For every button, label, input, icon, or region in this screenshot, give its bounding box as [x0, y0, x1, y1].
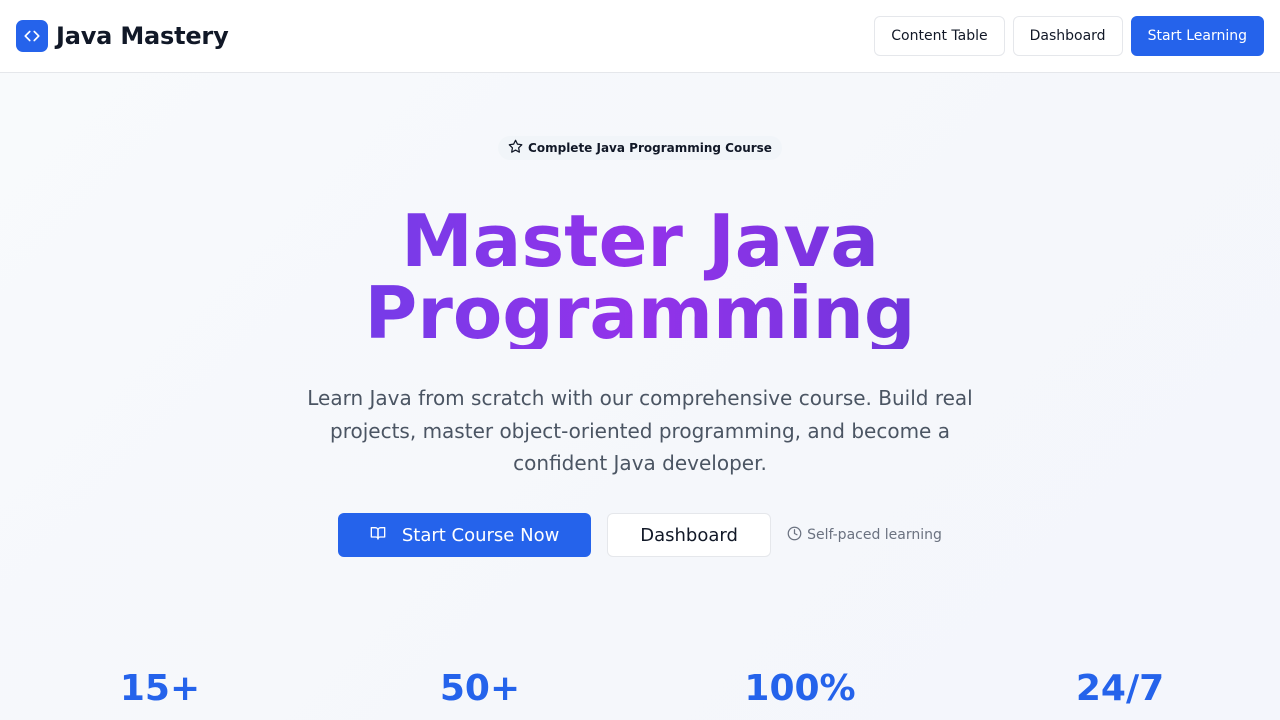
self-paced-note: Self-paced learning — [787, 526, 942, 545]
star-icon — [508, 139, 523, 158]
course-badge: Complete Java Programming Course — [498, 136, 782, 160]
hero-title-line-1: Master Java — [401, 199, 879, 283]
hero-title-line-2: Programming — [364, 271, 916, 355]
book-open-icon — [370, 525, 386, 546]
start-course-label: Start Course Now — [401, 524, 560, 546]
dashboard-button[interactable]: Dashboard — [1012, 16, 1123, 56]
stat-value: 100% — [744, 668, 856, 709]
self-paced-label: Self-paced learning — [807, 527, 942, 543]
stat-value: 15+ — [119, 668, 201, 709]
content-table-button[interactable]: Content Table — [874, 16, 1005, 56]
brand-name: Java Mastery — [56, 22, 229, 50]
stats-row: 15+ 50+ 100% 24/7 — [0, 665, 1280, 713]
dashboard-cta-button[interactable]: Dashboard — [607, 513, 772, 557]
clock-icon — [787, 526, 802, 545]
nav-actions: Content Table Dashboard Start Learning — [874, 16, 1264, 56]
hero-subtitle: Learn Java from scratch with our compreh… — [307, 386, 973, 475]
stat-value: 50+ — [439, 668, 521, 709]
cta-row: Start Course Now Dashboard Self-paced le… — [0, 513, 1280, 557]
stat-value: 24/7 — [1075, 668, 1165, 709]
code-icon — [16, 20, 48, 52]
start-course-button[interactable]: Start Course Now — [338, 513, 592, 557]
brand-link[interactable]: Java Mastery — [16, 20, 229, 52]
badge-label: Complete Java Programming Course — [528, 141, 772, 155]
top-navbar: Java Mastery Content Table Dashboard Sta… — [0, 0, 1280, 73]
start-learning-button[interactable]: Start Learning — [1130, 16, 1264, 56]
hero-section: Complete Java Programming Course Master … — [0, 73, 1280, 720]
hero-title: Master Java Programming — [0, 205, 1280, 349]
